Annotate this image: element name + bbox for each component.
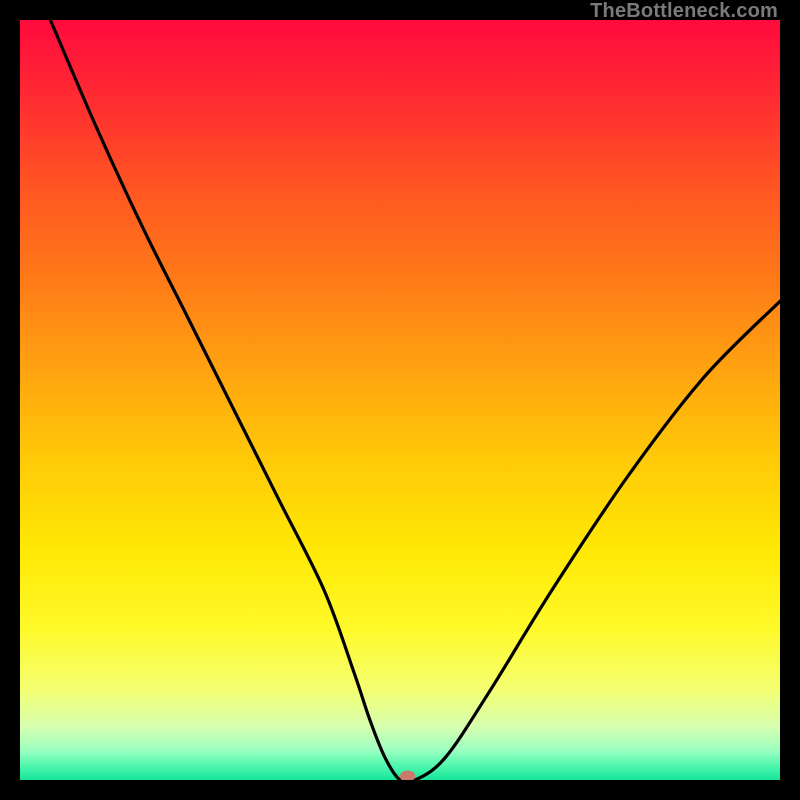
bottleneck-curve — [50, 20, 780, 780]
chart-frame: TheBottleneck.com — [0, 0, 800, 800]
curve-layer — [20, 20, 780, 780]
optimum-marker — [400, 771, 415, 781]
plot-area — [20, 20, 780, 780]
